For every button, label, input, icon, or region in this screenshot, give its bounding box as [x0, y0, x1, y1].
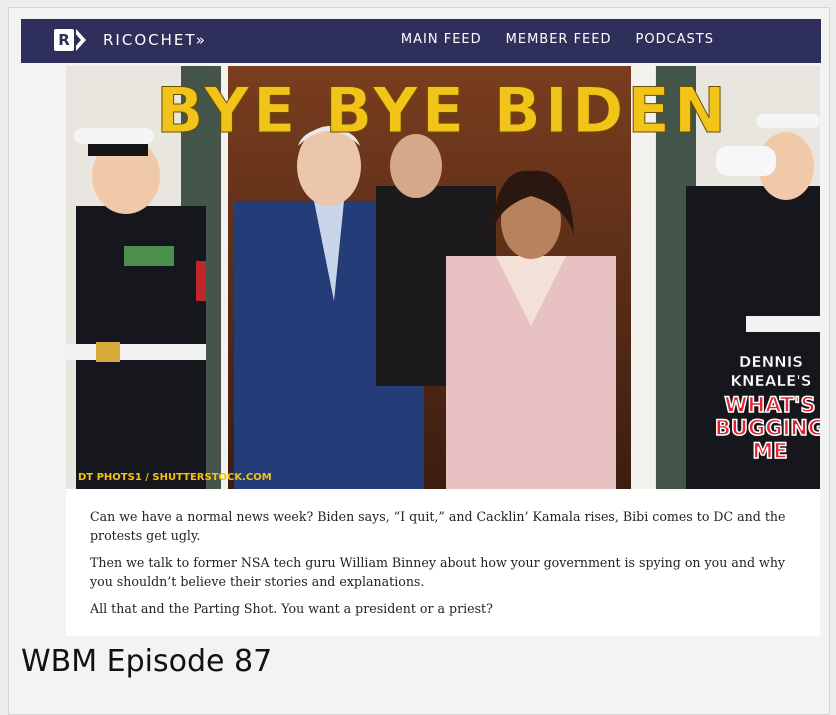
svg-text:DENNIS: DENNIS	[739, 353, 803, 371]
cover-headline: BYE BYE BIDEN	[156, 74, 729, 147]
episode-description: Can we have a normal news week? Biden sa…	[66, 489, 820, 636]
svg-text:WHAT'S: WHAT'S	[724, 393, 815, 417]
episode-cover-image: BYE BYE BIDEN DT PHOTS1 / SHUTTERSTOCK.C…	[66, 66, 820, 489]
svg-text:KNEALE'S: KNEALE'S	[730, 372, 811, 390]
logo-r-icon: R	[54, 29, 74, 51]
logo-arrow-inner	[74, 32, 81, 48]
ricochet-logo[interactable]: R RICOCHET»	[21, 19, 221, 63]
cover-illustration: BYE BYE BIDEN DT PHOTS1 / SHUTTERSTOCK.C…	[66, 66, 820, 489]
description-paragraph: All that and the Parting Shot. You want …	[90, 601, 493, 616]
svg-text:ME: ME	[752, 439, 787, 463]
svg-text:BUGGING: BUGGING	[715, 416, 820, 440]
episode-title: WBM Episode 87	[21, 644, 273, 679]
nav-main-feed[interactable]: MAIN FEED	[401, 32, 482, 47]
description-paragraph: Can we have a normal news week? Biden sa…	[90, 509, 786, 543]
brand-name: RICOCHET»	[103, 31, 207, 49]
nav-podcasts[interactable]: PODCASTS	[636, 32, 715, 47]
site-header: R RICOCHET» MAIN FEED MEMBER FEED PODCAS…	[21, 19, 821, 63]
photo-credit: DT PHOTS1 / SHUTTERSTOCK.COM	[78, 472, 272, 483]
nav-member-feed[interactable]: MEMBER FEED	[506, 32, 612, 47]
description-paragraph: Then we talk to former NSA tech guru Wil…	[90, 555, 786, 589]
main-nav: MAIN FEED MEMBER FEED PODCASTS	[401, 32, 714, 47]
